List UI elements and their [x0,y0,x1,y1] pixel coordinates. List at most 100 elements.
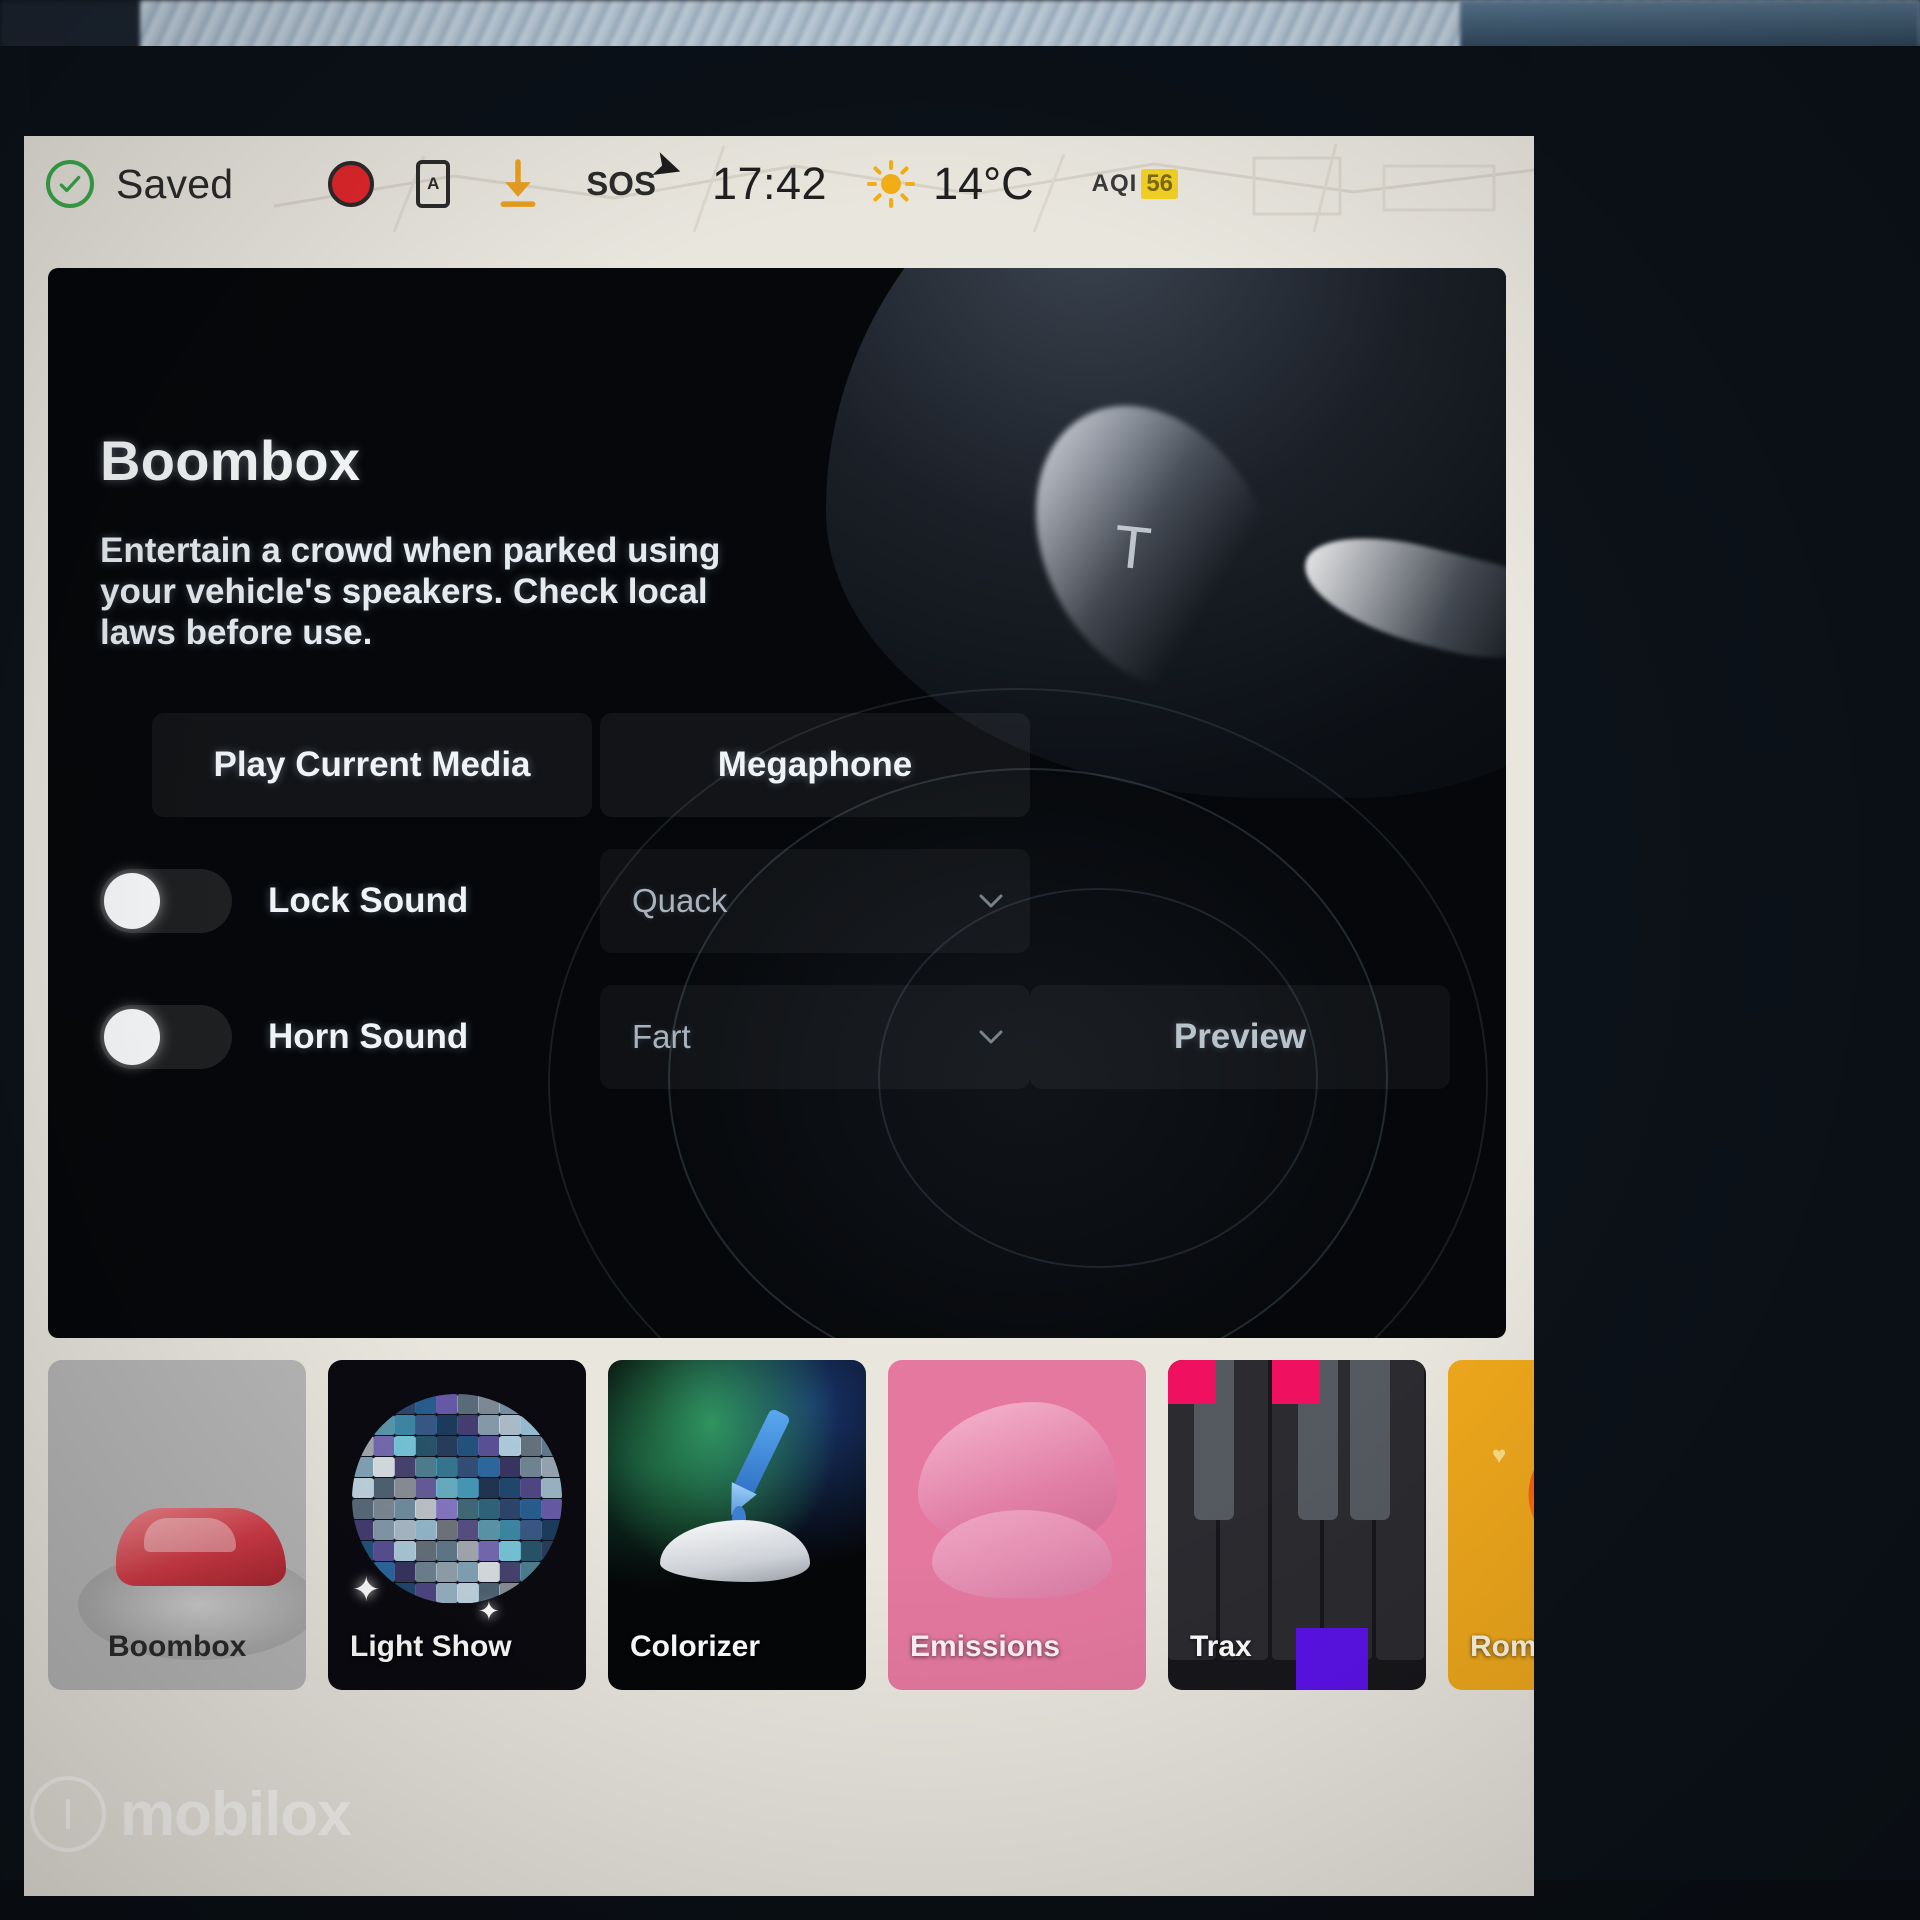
disco-ball-tile [394,1415,416,1435]
boombox-controls: Play Current Media Megaphone Lock Sound … [100,706,1480,1096]
disco-ball-tile [478,1457,500,1477]
lock-sound-label: Lock Sound [268,880,469,920]
check-circle-icon [46,160,94,208]
disco-ball-tile [436,1520,458,1540]
disco-ball-tile [541,1583,562,1603]
disco-ball-tile [373,1457,395,1477]
disco-ball-tile [352,1478,374,1498]
disco-ball-tile [520,1415,542,1435]
disco-ball-tile [373,1499,395,1519]
disco-ball-tile [541,1562,562,1582]
disco-ball-tile [499,1520,521,1540]
disco-ball-tile [478,1541,500,1561]
disco-ball-tile [436,1562,458,1582]
disco-ball-tile [436,1541,458,1561]
tray-tile-trax[interactable]: Trax [1168,1360,1426,1690]
tray-tile-label: Light Show [350,1630,512,1663]
disco-ball-tile [352,1436,374,1456]
toybox-app-tray: Boombox ✦ ✦ Light Show Colorizer Emissio… [48,1360,1534,1720]
lock-sound-toggle[interactable] [100,868,232,933]
disco-ball-tile [394,1394,416,1414]
saved-status-label: Saved [116,160,234,207]
disco-ball-tile [436,1499,458,1519]
chevron-down-icon [978,1029,1004,1045]
disco-ball-tile [520,1436,542,1456]
disco-ball-tile [520,1541,542,1561]
lock-sound-dropdown[interactable]: Quack [600,848,1030,953]
heart-icon: ♥ [1492,1442,1507,1469]
disco-ball-tile [436,1478,458,1498]
window-background-right [1460,0,1920,50]
tray-tile-label: Trax [1190,1630,1252,1663]
disco-ball-tile [478,1415,500,1435]
disco-ball-tile [457,1415,479,1435]
aqi-label: AQI [1091,170,1138,197]
disco-ball-tile [436,1583,458,1603]
sos-label[interactable]: SOS ➤ [586,145,687,203]
record-dot-icon[interactable] [328,161,375,207]
disco-ball-tile [394,1520,416,1540]
disco-ball-tile [457,1541,479,1561]
disco-ball-tile [373,1436,395,1456]
campfire-icon: 🔥 [1504,1418,1534,1546]
disco-ball-tile [457,1457,479,1477]
aqi-value-badge: 56 [1141,169,1179,199]
sparkle-icon: ✦ [352,1571,381,1609]
disco-ball-tile [520,1583,542,1603]
disco-ball-tile [373,1394,395,1414]
disco-ball-tile [394,1583,416,1603]
megaphone-button[interactable]: Megaphone [600,712,1030,817]
disco-ball-tile [520,1478,542,1498]
disco-ball-tile [457,1394,479,1414]
disco-ball-tile [394,1457,416,1477]
photo-of-car-touchscreen: Saved A SOS ➤ 17:42 14°C AQI 56 T Boombo… [0,0,1920,1920]
horn-sound-toggle[interactable] [100,1004,232,1069]
phone-key-icon[interactable]: A [416,160,451,208]
sos-text: SOS [586,165,656,202]
preview-button[interactable]: Preview [1030,984,1450,1089]
disco-ball-tile [415,1478,437,1498]
disco-ball-tile [394,1436,416,1456]
disco-ball-tile [436,1457,458,1477]
disco-ball-tile [499,1478,521,1498]
disco-ball-tile [457,1478,479,1498]
disco-ball-tile [373,1520,395,1540]
tray-tile-boombox[interactable]: Boombox [48,1360,306,1690]
play-current-media-button[interactable]: Play Current Media [152,712,592,817]
disco-ball-tile [415,1436,437,1456]
red-car-shape [116,1508,286,1586]
tray-tile-colorizer[interactable]: Colorizer [608,1360,866,1690]
tray-tile-romance[interactable]: 🔥 ♥ ♥ ♥ Romance [1448,1360,1534,1690]
disco-ball-tile [541,1520,562,1540]
car-on-turntable-icon [68,1430,306,1660]
disco-ball-icon [352,1394,562,1604]
disco-ball-tile [499,1541,521,1561]
aqi-indicator: AQI 56 [1091,169,1179,199]
tray-tile-light-show[interactable]: ✦ ✦ Light Show [328,1360,586,1690]
disco-ball-tile [457,1520,479,1540]
disco-ball-tile [415,1415,437,1435]
horn-sound-dropdown[interactable]: Fart [600,984,1030,1089]
disco-ball-tile [478,1562,500,1582]
lock-sound-toggle-knob [104,872,160,929]
car-touchscreen: Saved A SOS ➤ 17:42 14°C AQI 56 T Boombo… [24,136,1534,1896]
page-title: Boombox [100,429,361,492]
screen-bezel-right [1530,46,1920,1920]
tray-tile-label: Romance [1470,1630,1534,1663]
disco-ball-tile [520,1520,542,1540]
tray-tile-label: Boombox [108,1630,247,1663]
disco-ball-tile [394,1562,416,1582]
disco-ball-tile [457,1583,479,1603]
disco-ball-tile [541,1499,562,1519]
download-arrow-icon[interactable] [496,158,540,210]
disco-ball-tile [352,1499,374,1519]
disco-ball-tile [352,1541,374,1561]
disco-ball-tile [457,1499,479,1519]
tray-tile-emissions[interactable]: Emissions [888,1360,1146,1690]
mobilox-watermark: mobilox [30,1776,352,1852]
disco-ball-tile [457,1562,479,1582]
disco-ball-tile [520,1562,542,1582]
disco-ball-tile [541,1436,562,1456]
disco-ball-tile [499,1499,521,1519]
disco-ball-tile [478,1436,500,1456]
